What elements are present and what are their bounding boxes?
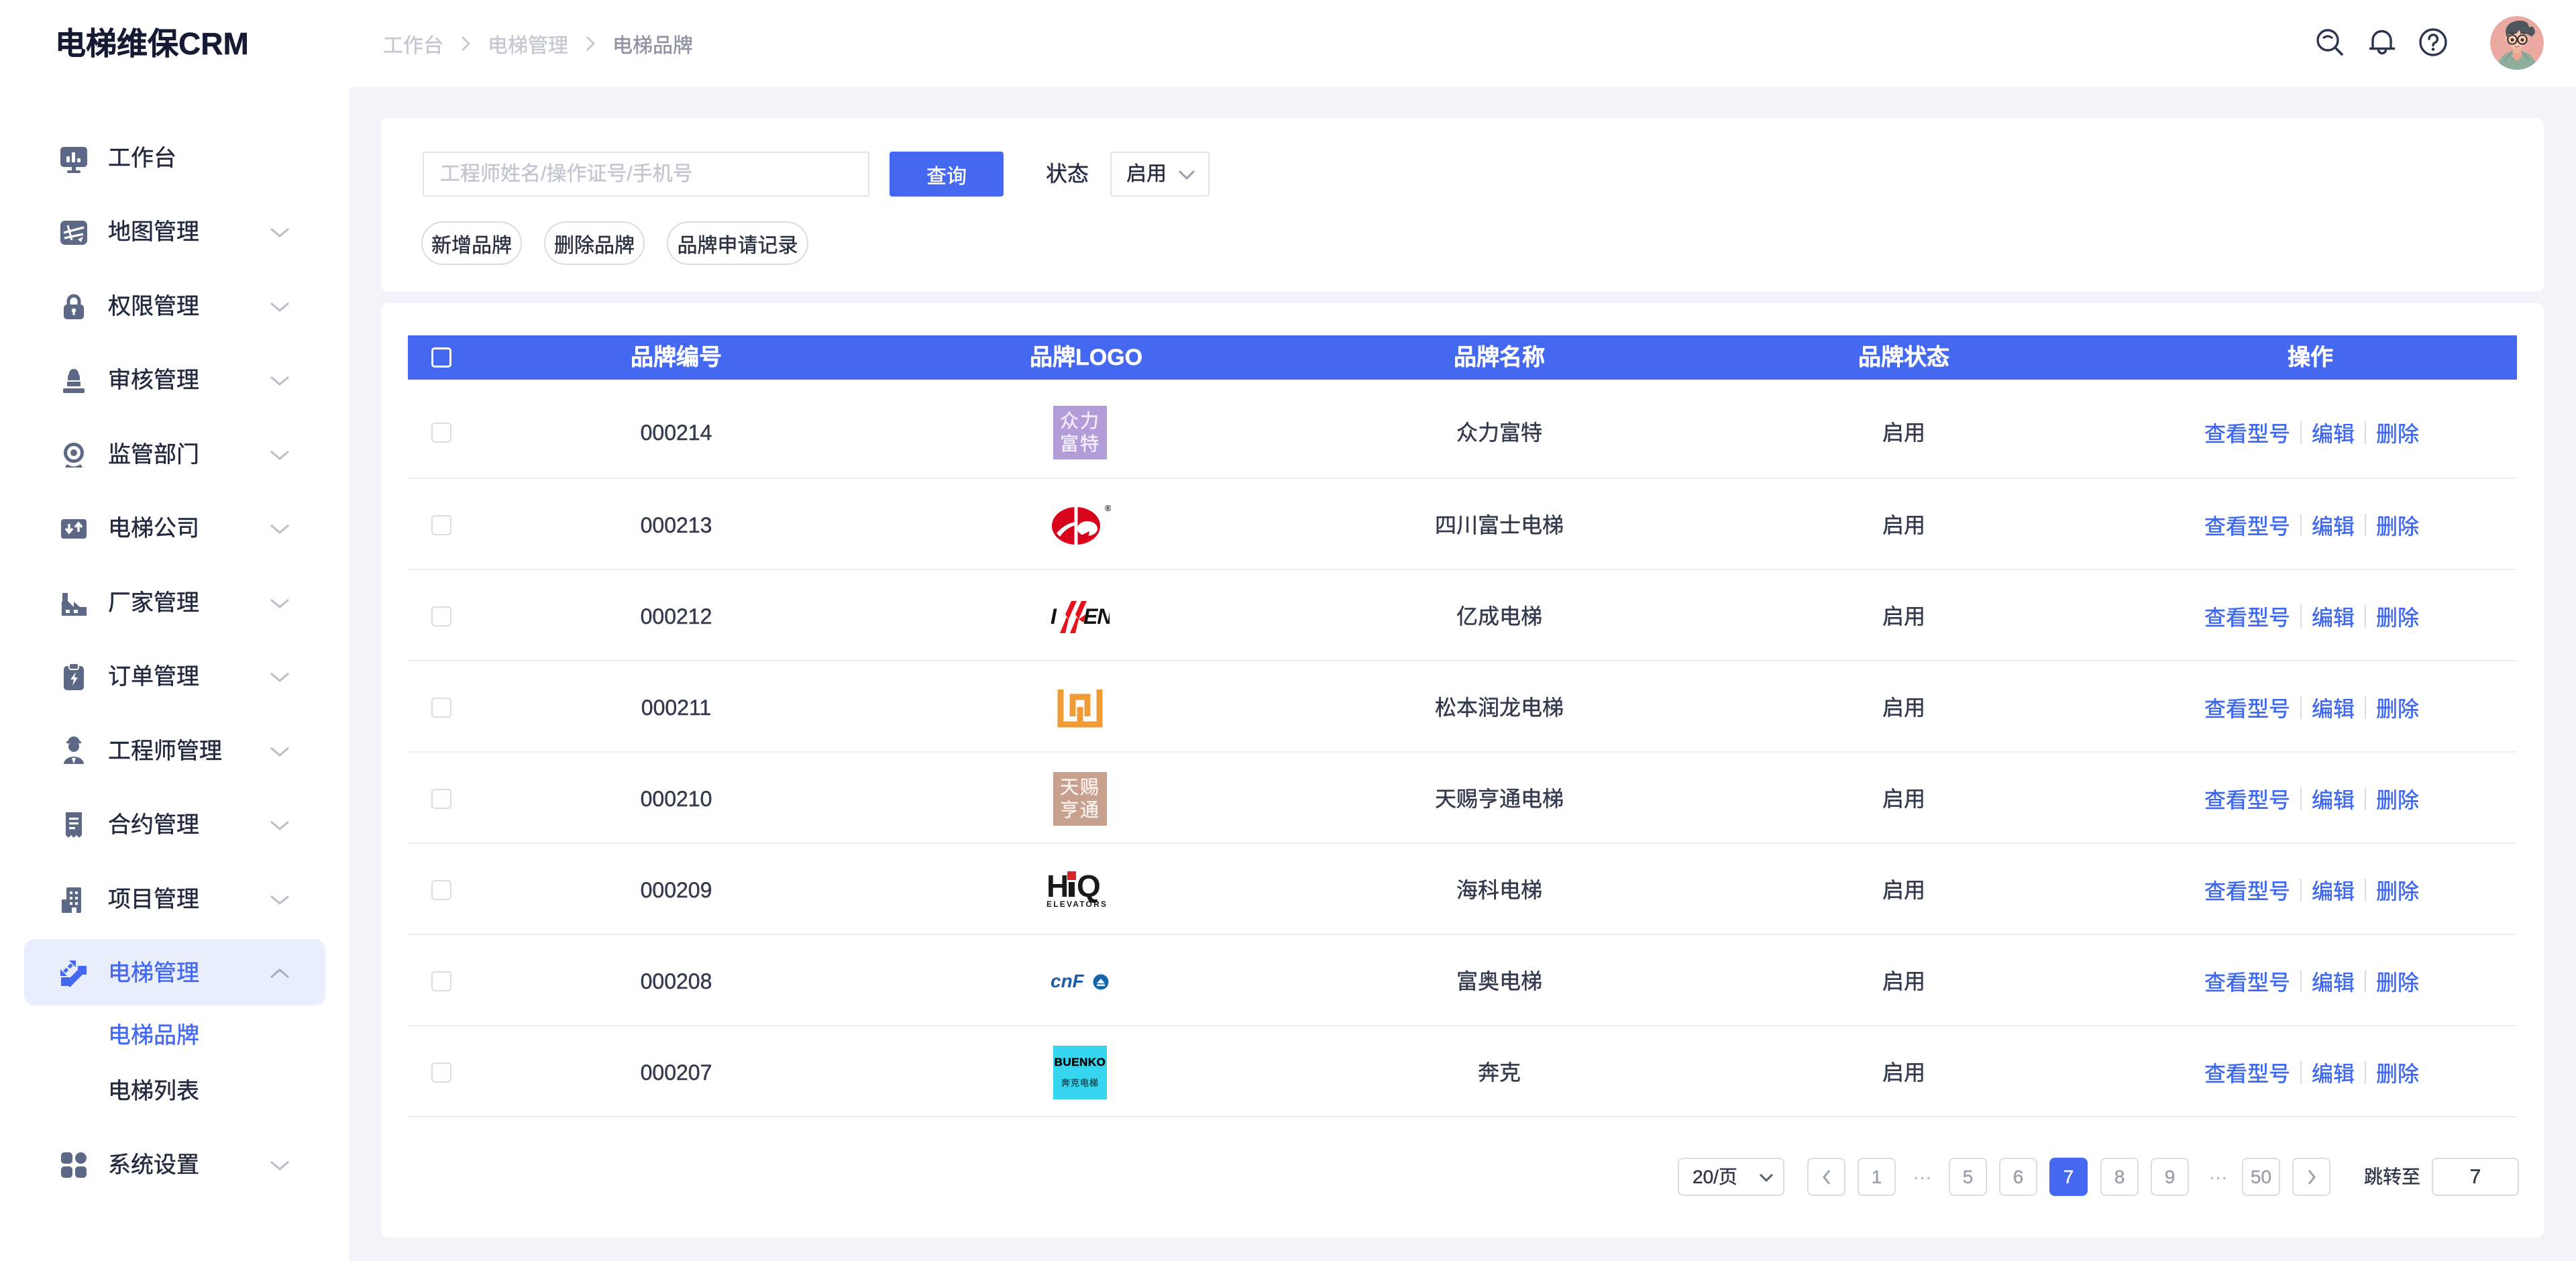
svg-text:®: ® [1105, 503, 1111, 513]
svg-text:cnF: cnF [1051, 972, 1085, 991]
svg-text:ELEVATORS: ELEVATORS [1046, 899, 1108, 909]
svg-text:EN: EN [1083, 604, 1110, 628]
svg-text:I: I [1051, 604, 1057, 628]
svg-text:Q: Q [1077, 869, 1101, 903]
svg-text:H: H [1046, 869, 1067, 903]
